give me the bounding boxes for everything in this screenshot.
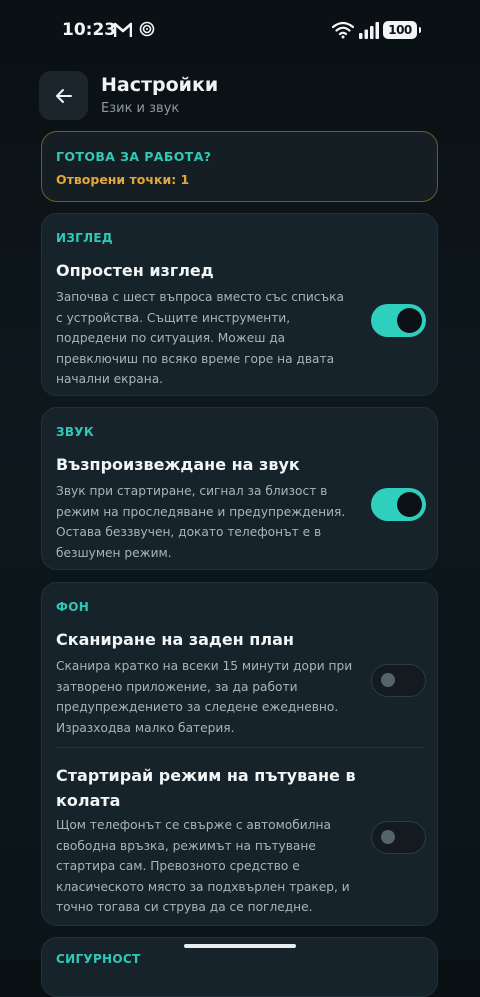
appearance-card: ИЗГЛЕД Опростен изглед Започва с шест въ… <box>41 213 438 396</box>
open-points-text: Отворени точки: 1 <box>56 172 190 187</box>
ready-title: ГОТОВА ЗА РАБОТА? <box>56 149 212 164</box>
battery-level: 100 <box>388 23 412 37</box>
sound-playback-title: Възпроизвеждане на звук <box>56 455 300 474</box>
back-button[interactable] <box>39 71 88 120</box>
status-time: 10:23 <box>62 20 117 40</box>
arrow-left-icon <box>55 88 72 103</box>
car-travel-mode-description: Щом телефонът се свърже с автомобилна св… <box>56 818 350 914</box>
background-card: ФОН Сканиране на заден план Сканира крат… <box>41 582 438 926</box>
page-subtitle: Език и звук <box>101 101 180 116</box>
section-label-sound: ЗВУК <box>56 425 94 439</box>
background-scan-description: Сканира кратко на всеки 15 минути дори п… <box>56 659 353 735</box>
simplified-view-toggle[interactable] <box>371 304 426 337</box>
sound-playback-toggle[interactable] <box>371 488 426 521</box>
toggle-knob <box>381 830 395 844</box>
sound-card: ЗВУК Възпроизвеждане на звук Звук при ст… <box>41 407 438 570</box>
car-travel-mode-title: Стартирай режим на пътуване в колата <box>56 766 356 810</box>
sound-playback-description: Звук при стартиране, сигнал за близост в… <box>56 484 346 560</box>
divider <box>56 747 425 748</box>
section-label-background: ФОН <box>56 600 90 614</box>
signal-icon <box>359 22 379 39</box>
simplified-view-title: Опростен изглед <box>56 261 214 280</box>
background-scan-title: Сканиране на заден план <box>56 630 294 649</box>
simplified-view-description: Започва с шест въпроса вместо със списък… <box>56 290 344 386</box>
background-scan-toggle[interactable] <box>371 664 426 697</box>
page-title: Настройки <box>101 74 219 96</box>
gmail-m-icon <box>114 22 132 37</box>
car-travel-mode-toggle[interactable] <box>371 821 426 854</box>
circle-target-icon <box>139 21 155 37</box>
wifi-icon <box>332 21 354 39</box>
toggle-knob <box>397 308 422 333</box>
section-label-security: СИГУРНОСТ <box>56 952 141 966</box>
toggle-knob <box>397 492 422 517</box>
section-label-appearance: ИЗГЛЕД <box>56 231 113 245</box>
ready-card[interactable]: ГОТОВА ЗА РАБОТА? Отворени точки: 1 <box>41 131 438 202</box>
battery-icon: 100 <box>383 21 421 39</box>
status-bar: 10:23 100 <box>0 0 480 60</box>
toggle-knob <box>381 673 395 687</box>
home-indicator[interactable] <box>184 944 296 948</box>
